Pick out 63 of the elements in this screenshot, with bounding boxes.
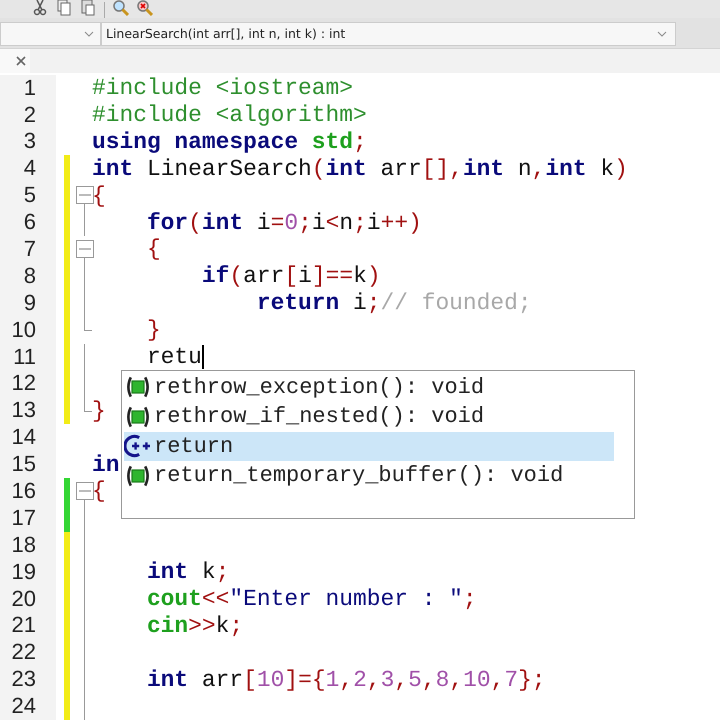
code-line: int arr[10]={1,2,3,5,8,10,7}; xyxy=(146,666,546,693)
line-number: 8 xyxy=(0,262,56,290)
paste-icon[interactable] xyxy=(80,0,96,16)
close-icon[interactable] xyxy=(16,56,26,66)
code-line: return i;// founded; xyxy=(256,290,532,316)
code-line: { xyxy=(146,236,161,262)
code-line: { xyxy=(92,182,106,209)
line-number: 23 xyxy=(0,666,56,694)
completion-item[interactable]: return_temporary_buffer(): void xyxy=(124,461,614,491)
code-line: cout<<"Enter number : "; xyxy=(146,586,477,612)
line-number: 4 xyxy=(0,155,56,182)
line-number: 5 xyxy=(0,182,56,210)
line-number: 10 xyxy=(0,316,56,344)
completion-item[interactable]: return xyxy=(124,432,614,462)
function-dropdown[interactable]: LinearSearch(int arr[], int n, int k) : int xyxy=(101,22,676,46)
code-line: retu xyxy=(146,344,202,370)
completion-item[interactable]: rethrow_if_nested(): void xyxy=(124,402,614,432)
line-number: 1 xyxy=(0,74,56,102)
code-line: } xyxy=(92,398,106,424)
completion-item[interactable]: rethrow_exception(): void xyxy=(124,372,614,402)
line-number: 22 xyxy=(0,639,56,666)
line-number: 19 xyxy=(0,558,56,586)
code-line: for(int i=0;i<n;i++) xyxy=(146,210,422,236)
code-line: } xyxy=(146,317,161,344)
function-icon xyxy=(124,375,152,400)
line-number: 21 xyxy=(0,612,56,640)
collapse-icon[interactable] xyxy=(76,240,94,258)
line-number: 11 xyxy=(0,344,56,370)
line-number: 12 xyxy=(0,370,56,398)
collapse-icon[interactable] xyxy=(76,186,94,204)
copy-icon[interactable] xyxy=(56,0,72,16)
line-number: 3 xyxy=(0,128,56,156)
chevron-down-icon xyxy=(657,30,667,37)
code-line: in xyxy=(92,452,120,478)
line-number: 2 xyxy=(0,102,56,128)
collapse-icon[interactable] xyxy=(76,482,94,500)
search-icon[interactable] xyxy=(113,0,129,16)
file-tab[interactable] xyxy=(0,48,30,73)
line-number: 9 xyxy=(0,290,56,317)
code-line: cin>>k; xyxy=(146,612,244,639)
code-line: int LinearSearch(int arr[],int n,int k) xyxy=(92,156,628,182)
code-line: if(arr[i]==k) xyxy=(200,263,381,290)
code-line: #include <iostream> xyxy=(92,75,353,102)
line-number: 14 xyxy=(0,424,56,452)
search-stop-icon[interactable] xyxy=(137,0,153,16)
line-number: 24 xyxy=(0,693,56,720)
line-number: 17 xyxy=(0,504,56,532)
line-number: 7 xyxy=(0,236,56,263)
code-line: { xyxy=(92,478,106,504)
line-number: 18 xyxy=(0,532,56,559)
cpp-icon xyxy=(124,434,152,458)
code-line: int k; xyxy=(146,559,230,586)
chevron-down-icon xyxy=(84,30,94,37)
line-number: 13 xyxy=(0,397,56,424)
line-number: 6 xyxy=(0,209,56,236)
code-line: using namespace std; xyxy=(92,128,367,155)
code-line: #include <algorithm> xyxy=(92,102,367,128)
line-number: 20 xyxy=(0,586,56,612)
function-icon xyxy=(124,464,152,488)
scissors-icon[interactable] xyxy=(32,0,48,16)
line-number: 16 xyxy=(0,478,56,505)
line-number: 15 xyxy=(0,451,56,478)
function-icon xyxy=(124,404,152,429)
